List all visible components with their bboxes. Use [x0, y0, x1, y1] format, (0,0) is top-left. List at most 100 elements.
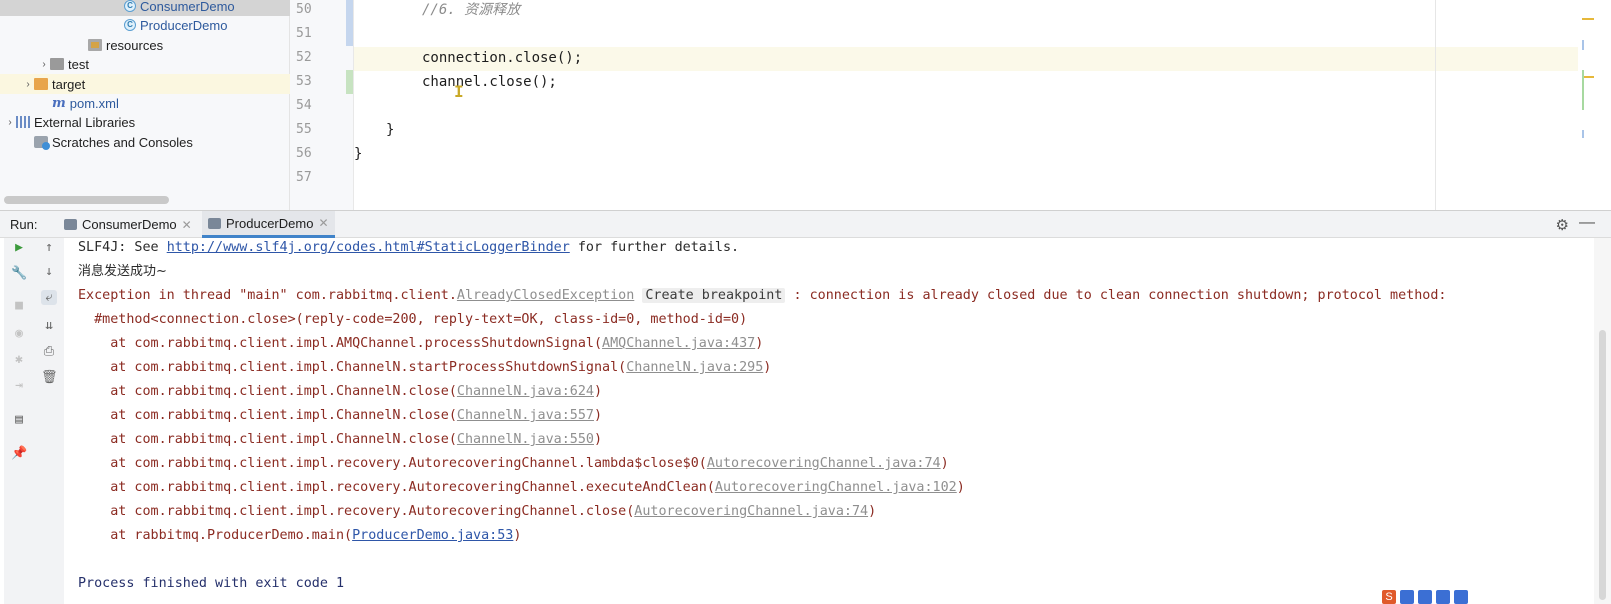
minimize-icon[interactable]: — [1579, 214, 1595, 232]
tab-label: ConsumerDemo [82, 217, 177, 232]
tree-item[interactable]: › target [0, 74, 290, 94]
code-line[interactable]: } [386, 119, 394, 141]
ide-window: C ConsumerDemo C ProducerDemo resources › test… [0, 0, 1611, 604]
tree-item[interactable]: C ProducerDemo [0, 15, 290, 35]
right-margin-guide [1435, 0, 1436, 210]
line-number: 53 [296, 74, 312, 89]
console-text: for further details. [569, 240, 740, 255]
tree-item-label: pom.xml [69, 95, 119, 111]
gear-icon[interactable]: ⚙ [1556, 216, 1569, 234]
stop-icon[interactable]: ■ [11, 298, 27, 313]
close-icon[interactable]: ✕ [182, 218, 192, 232]
console-icon [64, 219, 77, 230]
pin-icon[interactable]: 📌 [11, 446, 27, 461]
tree-item[interactable]: › test [0, 54, 290, 74]
tree-item[interactable]: m pom.xml [0, 93, 290, 113]
input-method-toolbar: S [1382, 590, 1468, 604]
exception-line: Exception in thread "main" com.rabbitmq.… [78, 284, 1447, 308]
console-text: at com.rabbitmq.client.impl.AMQChannel.p… [78, 336, 603, 351]
console-text: at com.rabbitmq.client.impl.recovery.Aut… [78, 480, 715, 495]
stack-trace-line: at com.rabbitmq.client.impl.recovery.Aut… [78, 476, 965, 500]
stack-trace-line: at com.rabbitmq.client.impl.ChannelN.clo… [78, 404, 602, 428]
create-breakpoint-button[interactable]: Create breakpoint [642, 288, 786, 303]
close-icon[interactable]: ✕ [318, 216, 328, 230]
code-line[interactable]: connection.close(); [422, 47, 582, 69]
tree-item[interactable]: › External Libraries [0, 112, 290, 132]
stack-trace-line: at com.rabbitmq.client.impl.ChannelN.sta… [78, 356, 771, 380]
console-text: at com.rabbitmq.client.impl.ChannelN.clo… [78, 408, 457, 423]
debug-icon[interactable]: ✱ [11, 352, 27, 367]
class-icon: C [124, 19, 136, 31]
camera-icon[interactable]: ◉ [11, 326, 27, 341]
ime-icon [1400, 590, 1414, 604]
chevron-right-icon[interactable]: › [22, 79, 34, 90]
horizontal-scrollbar[interactable] [4, 196, 169, 204]
down-arrow-icon[interactable]: ↓ [41, 264, 57, 279]
chevron-right-icon[interactable]: › [4, 117, 16, 128]
resources-folder-icon [88, 39, 102, 51]
soft-wrap-icon[interactable]: ⤶ [41, 290, 57, 305]
console-text: at com.rabbitmq.client.impl.ChannelN.clo… [78, 432, 457, 447]
console-text: at com.rabbitmq.client.impl.ChannelN.clo… [78, 384, 457, 399]
project-tree-panel: C ConsumerDemo C ProducerDemo resources › test… [0, 0, 290, 210]
code-line[interactable]: } [354, 143, 362, 165]
marker [1582, 130, 1584, 138]
source-link[interactable]: ChannelN.java:295 [626, 360, 763, 375]
console-scrollbar[interactable] [1594, 238, 1611, 604]
console-text: ) [593, 384, 603, 399]
text-cursor-icon: I [454, 82, 464, 101]
tree-item[interactable]: resources [0, 35, 290, 55]
tree-item-label: Scratches and Consoles [52, 134, 193, 150]
source-link[interactable]: AMQChannel.java:437 [602, 336, 755, 351]
console-output[interactable]: SLF4J: See http://www.slf4j.org/codes.ht… [64, 238, 1594, 604]
tab-producer-demo[interactable]: ProducerDemo ✕ [202, 211, 335, 238]
editor-scroll-markers[interactable] [1578, 0, 1611, 210]
folder-icon [50, 58, 64, 70]
exit-line: Process finished with exit code 1 [78, 572, 344, 596]
tab-consumer-demo[interactable]: ConsumerDemo ✕ [58, 211, 198, 238]
slf4j-link[interactable]: http://www.slf4j.org/codes.html#StaticLo… [167, 240, 570, 255]
code-line[interactable]: //6. 资源释放 [422, 0, 520, 21]
layout-icon[interactable]: ▤ [11, 412, 27, 427]
code-editor[interactable]: //6. 资源释放 connection.close(); channel.clos… [354, 0, 1584, 210]
ime-icon [1418, 590, 1432, 604]
source-link[interactable]: AutorecoveringChannel.java:74 [707, 456, 941, 471]
tree-item[interactable]: C ConsumerDemo [0, 0, 290, 16]
exception-class-link[interactable]: AlreadyClosedException [457, 288, 634, 303]
scratch-icon [34, 136, 50, 150]
trash-icon[interactable]: 🗑 [41, 370, 58, 385]
console-text: #method<connection.close>(reply-code=200… [78, 312, 748, 327]
scrollbar-thumb[interactable] [1599, 330, 1606, 600]
ime-icon [1454, 590, 1468, 604]
console-actions-column: ↑ ↓ ⤶ ⇊ ⎙ 🗑 [34, 238, 64, 604]
marker [1582, 18, 1594, 20]
print-icon[interactable]: ⎙ [41, 344, 57, 359]
rerun-icon[interactable]: ▶ [11, 240, 27, 255]
console-text: at com.rabbitmq.client.impl.recovery.Aut… [78, 504, 635, 519]
source-link[interactable]: ProducerDemo.java:53 [352, 528, 513, 543]
line-number: 51 [296, 26, 312, 41]
stack-trace-line: at com.rabbitmq.client.impl.ChannelN.clo… [78, 428, 602, 452]
tree-item[interactable]: Scratches and Consoles [0, 132, 290, 152]
message-line: 消息发送成功~ [78, 260, 167, 284]
source-link[interactable]: ChannelN.java:557 [457, 408, 594, 423]
line-number: 54 [296, 98, 312, 113]
wrench-icon[interactable]: 🔧 [11, 266, 27, 281]
source-link[interactable]: AutorecoveringChannel.java:74 [634, 504, 868, 519]
change-marker [346, 70, 353, 94]
stack-trace-line: at com.rabbitmq.client.impl.recovery.Aut… [78, 452, 948, 476]
source-link[interactable]: AutorecoveringChannel.java:102 [715, 480, 957, 495]
exit-icon[interactable]: ⇥ [11, 378, 27, 393]
up-arrow-icon[interactable]: ↑ [41, 240, 57, 255]
run-label: Run: [10, 217, 38, 232]
console-text: at com.rabbitmq.client.impl.recovery.Aut… [78, 456, 707, 471]
exception-line: #method<connection.close>(reply-code=200… [78, 308, 747, 332]
console-text: ) [868, 504, 877, 519]
code-line[interactable]: channel.close(); [422, 71, 557, 93]
scroll-to-end-icon[interactable]: ⇊ [41, 318, 57, 333]
chevron-right-icon[interactable]: › [38, 59, 50, 70]
source-link[interactable]: ChannelN.java:550 [457, 432, 594, 447]
source-link[interactable]: ChannelN.java:624 [457, 384, 594, 399]
stack-trace-line: at com.rabbitmq.client.impl.ChannelN.clo… [78, 380, 602, 404]
maven-icon: m [52, 95, 66, 111]
